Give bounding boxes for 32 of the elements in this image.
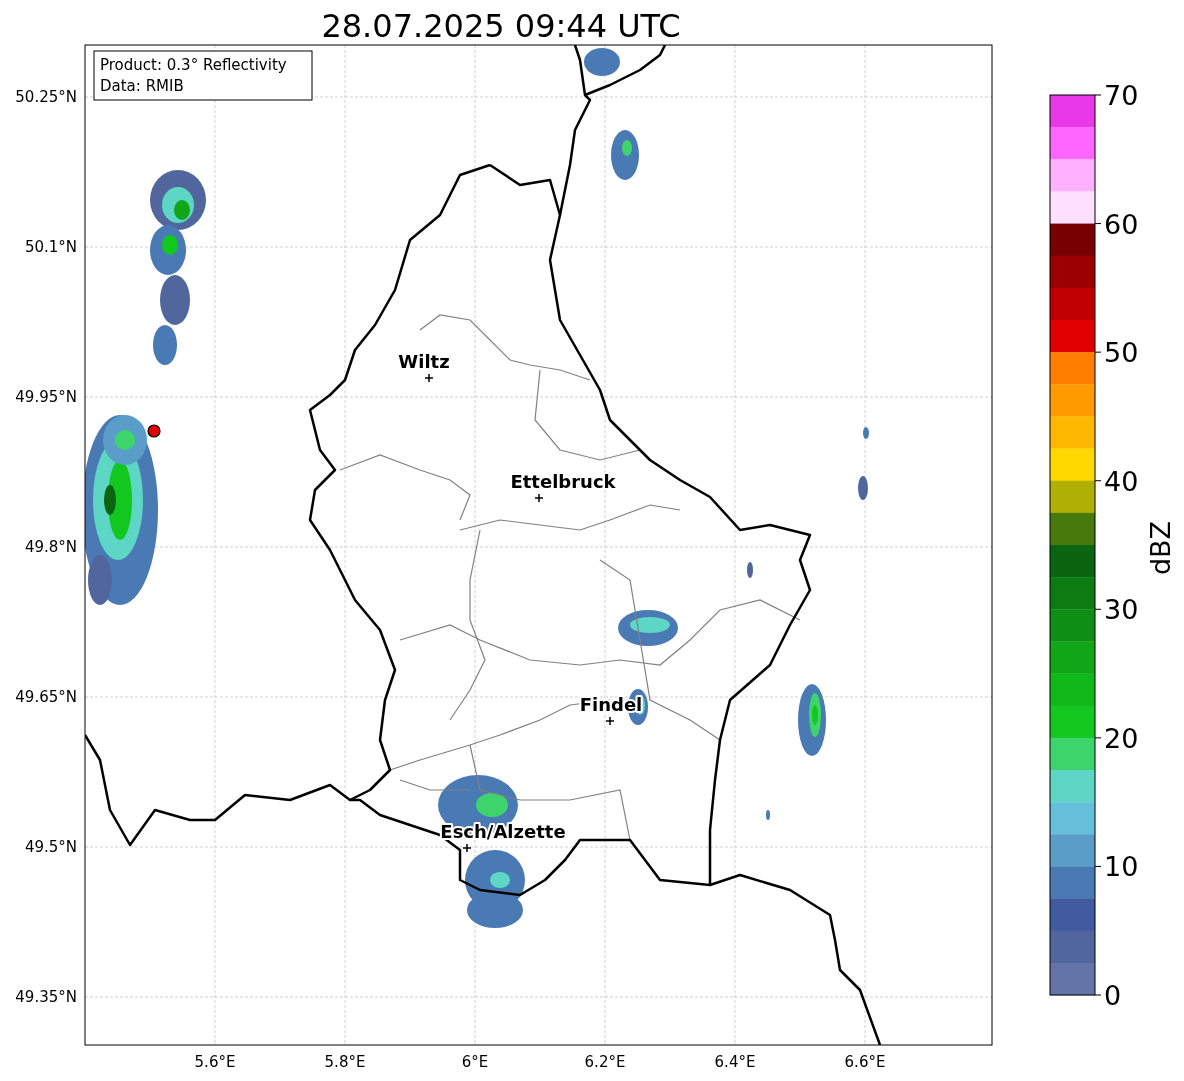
city-label: Ettelbruck (510, 471, 616, 492)
city-marker-icon (424, 373, 434, 383)
city-label: Wiltz (398, 351, 450, 372)
longitude-label: 5.8°E (324, 1053, 366, 1071)
colorbar-tick-label: 20 (1104, 722, 1139, 754)
radar-site-icon (147, 424, 161, 438)
colorbar-tick-label: 0 (1104, 980, 1122, 1011)
latitude-label: 49.8°N (24, 538, 77, 556)
latitude-label: 49.35°N (15, 988, 77, 1006)
longitude-label: 6.4°E (714, 1053, 756, 1071)
colorbar-tick-label: 50 (1104, 337, 1139, 369)
latitude-label: 50.1°N (24, 238, 77, 256)
latitude-label: 49.65°N (15, 688, 77, 706)
colorbar-label: dBZ (1145, 520, 1176, 576)
latitude-label: 50.25°N (15, 88, 77, 106)
colorbar-tick-label: 30 (1104, 594, 1139, 626)
city-marker-icon (534, 493, 544, 503)
colorbar-tick-label: 40 (1104, 465, 1139, 497)
longitude-label: 5.6°E (194, 1053, 236, 1071)
chart-title: 28.07.2025 09:44 UTC (321, 7, 681, 45)
latitude-label: 49.5°N (24, 838, 77, 856)
city-marker-icon (605, 716, 615, 726)
city-marker-icon (462, 843, 472, 853)
longitude-label: 6°E (461, 1053, 489, 1071)
colorbar-tick-label: 60 (1104, 208, 1139, 240)
info-text: Product: 0.3° Reflectivity (100, 56, 287, 74)
colorbar-tick-label: 10 (1104, 851, 1139, 883)
longitude-label: 6.2°E (584, 1053, 626, 1071)
info-text: Data: RMIB (100, 77, 184, 95)
longitude-label: 6.6°E (844, 1053, 886, 1071)
latitude-label: 49.95°N (15, 388, 77, 406)
colorbar-tick-label: 70 (1104, 80, 1139, 111)
